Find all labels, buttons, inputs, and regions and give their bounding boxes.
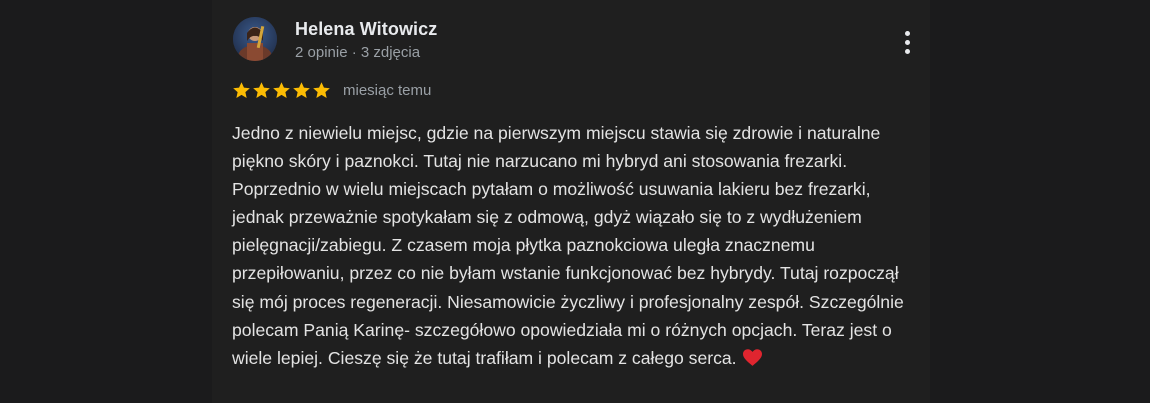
reviewer-name[interactable]: Helena Witowicz: [295, 19, 437, 40]
star-icon: [293, 81, 310, 98]
more-vert-icon: [904, 30, 910, 36]
rating-row: miesiąc temu: [232, 79, 431, 101]
star-icon: [253, 81, 270, 98]
star-rating: [232, 81, 331, 100]
more-options-button[interactable]: [896, 27, 918, 57]
reviewer-meta: 2 opinie · 3 zdjęcia: [295, 44, 421, 61]
page: Helena Witowicz 2 opinie · 3 zdjęcia mie…: [0, 0, 1150, 403]
star-icon: [273, 81, 290, 98]
review-text: Jedno z niewielu miejsc, gdzie na pierws…: [232, 123, 904, 368]
review-card: Helena Witowicz 2 opinie · 3 zdjęcia mie…: [212, 0, 930, 403]
more-vert-icon-dot: [904, 39, 910, 45]
review-date: miesiąc temu: [343, 81, 432, 99]
review-body: Jedno z niewielu miejsc, gdzie na pierws…: [232, 119, 912, 372]
star-icon: [313, 81, 330, 98]
more-vert-icon-dot: [904, 48, 910, 54]
red-heart-icon: [742, 348, 762, 366]
avatar[interactable]: [233, 17, 277, 61]
star-icon: [233, 81, 250, 98]
